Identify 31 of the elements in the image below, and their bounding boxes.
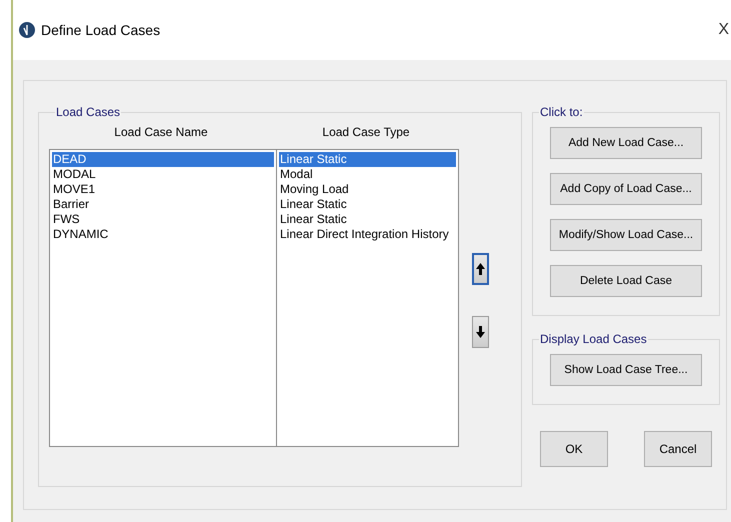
load-case-name[interactable]: DEAD xyxy=(52,152,274,167)
cancel-button[interactable]: Cancel xyxy=(644,431,712,467)
window-title: Define Load Cases xyxy=(41,22,162,38)
action-button[interactable]: Modify/Show Load Case... xyxy=(550,219,702,251)
load-case-name[interactable]: MOVE1 xyxy=(52,182,274,197)
move-down-button[interactable] xyxy=(472,316,489,348)
action-button[interactable]: Add Copy of Load Case... xyxy=(550,173,702,205)
load-case-name[interactable]: DYNAMIC xyxy=(52,227,274,242)
group-title: Display Load Cases xyxy=(539,332,648,346)
show-tree-button[interactable]: Show Load Case Tree... xyxy=(550,354,702,386)
up-arrow-icon xyxy=(476,263,485,275)
load-case-name[interactable]: MODAL xyxy=(52,167,274,182)
action-button[interactable]: Add New Load Case... xyxy=(550,127,702,159)
load-case-name[interactable]: FWS xyxy=(52,212,274,227)
app-logo-icon xyxy=(19,22,35,38)
load-case-type[interactable]: Linear Direct Integration History xyxy=(279,227,456,242)
close-button[interactable]: X xyxy=(718,21,731,39)
load-case-type[interactable]: Modal xyxy=(279,167,456,182)
column-header: Load Case Type xyxy=(321,125,411,139)
down-arrow-icon xyxy=(476,326,485,338)
move-up-button[interactable] xyxy=(472,253,489,285)
group-title: Load Cases xyxy=(55,105,122,119)
load-case-type[interactable]: Linear Static xyxy=(279,197,456,212)
action-button[interactable]: Delete Load Case xyxy=(550,265,702,297)
load-case-type[interactable]: Linear Static xyxy=(279,152,456,167)
column-header: Load Case Name xyxy=(113,125,209,139)
ok-button[interactable]: OK xyxy=(540,431,608,467)
load-case-name[interactable]: Barrier xyxy=(52,197,274,212)
load-case-type[interactable]: Linear Static xyxy=(279,212,456,227)
group-title: Click to: xyxy=(539,105,584,119)
load-case-type[interactable]: Moving Load xyxy=(279,182,456,197)
